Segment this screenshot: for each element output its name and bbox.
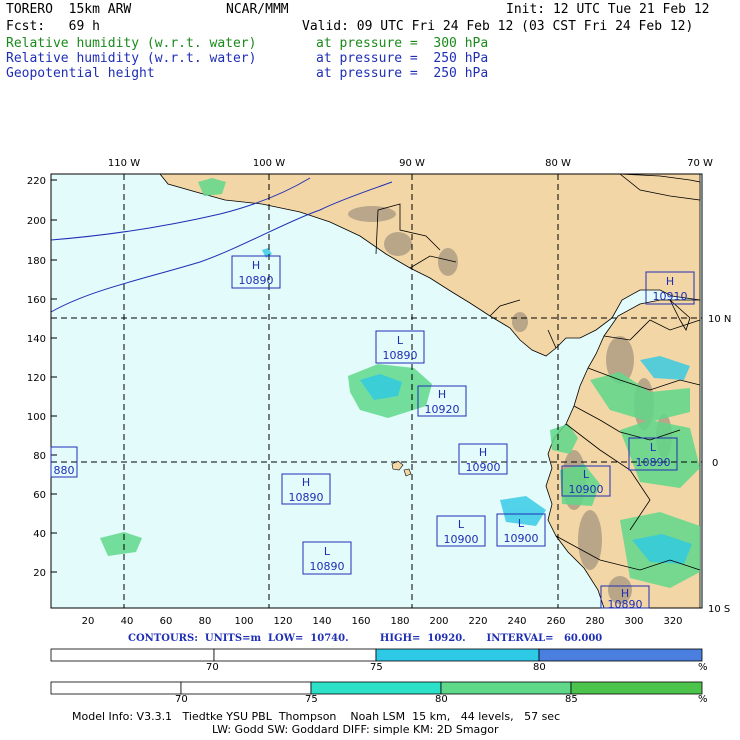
x-tick-200: 200 xyxy=(429,616,448,627)
x-tick-60: 60 xyxy=(160,616,173,627)
center-12-value: 10890 xyxy=(608,598,643,611)
bar2-label-pct: % xyxy=(698,694,708,705)
center-8-value: 10900 xyxy=(569,483,604,496)
center-7-type: H xyxy=(302,476,310,489)
center-3-value: 10890 xyxy=(383,349,418,362)
center-9-type: L xyxy=(458,518,465,531)
center-10-value: 10900 xyxy=(504,532,539,545)
center-4-type: H xyxy=(438,388,446,401)
lat-label-0: 0 xyxy=(712,458,718,469)
model-info-line2: LW: Godd SW: Goddard DIFF: simple KM: 2D… xyxy=(212,723,499,736)
right-lat-labels: 10 N 0 10 S xyxy=(708,314,731,615)
center-2-type: H xyxy=(666,275,674,288)
center-11-type: L xyxy=(324,545,331,558)
center-13-value: 880 xyxy=(54,464,75,477)
center-7-value: 10890 xyxy=(289,491,324,504)
bar2-label-70: 70 xyxy=(175,694,188,705)
x-tick-260: 260 xyxy=(546,616,565,627)
x-tick-280: 280 xyxy=(585,616,604,627)
y-tick-60: 60 xyxy=(33,490,46,501)
bar1-label-80: 80 xyxy=(533,662,546,673)
bar2-label-80: 80 xyxy=(435,694,448,705)
y-tick-160: 160 xyxy=(27,295,46,306)
center-9-value: 10900 xyxy=(444,533,479,546)
lat-label-10s: 10 S xyxy=(708,604,730,615)
x-tick-100: 100 xyxy=(234,616,253,627)
y-tick-180: 180 xyxy=(27,256,46,267)
lat-label-10n: 10 N xyxy=(708,314,731,325)
x-tick-320: 320 xyxy=(663,616,682,627)
lon-label-90w: 90 W xyxy=(399,158,425,169)
x-tick-120: 120 xyxy=(273,616,292,627)
center-3-type: L xyxy=(397,334,404,347)
weather-map: 220 200 180 160 140 120 100 80 60 40 20 … xyxy=(27,158,731,627)
bottom-axis: 20 40 60 80 100 120 140 160 180 200 220 … xyxy=(82,616,683,627)
x-tick-220: 220 xyxy=(468,616,487,627)
bar1-label-pct: % xyxy=(698,662,708,673)
bar2-label-85: 85 xyxy=(565,694,578,705)
lon-label-80w: 80 W xyxy=(545,158,571,169)
bar1-label-75: 75 xyxy=(370,662,383,673)
center-2-value: 10910 xyxy=(653,290,688,303)
lon-label-70w: 70 W xyxy=(687,158,713,169)
center-10-type: L xyxy=(518,517,525,530)
x-tick-160: 160 xyxy=(351,616,370,627)
x-tick-240: 240 xyxy=(507,616,526,627)
colorbar-300hpa xyxy=(50,681,703,695)
y-tick-20: 20 xyxy=(33,568,46,579)
x-tick-180: 180 xyxy=(390,616,409,627)
center-5-type: H xyxy=(479,446,487,459)
y-tick-80: 80 xyxy=(33,451,46,462)
model-info-line1: Model Info: V3.3.1 Tiedtke YSU PBL Thomp… xyxy=(72,710,561,723)
center-6-value: 10890 xyxy=(636,456,671,469)
x-tick-140: 140 xyxy=(312,616,331,627)
bar2-label-75: 75 xyxy=(305,694,318,705)
y-tick-40: 40 xyxy=(33,529,46,540)
top-lon-labels: 110 W 100 W 90 W 80 W 70 W xyxy=(108,158,713,169)
y-tick-200: 200 xyxy=(27,216,46,227)
y-tick-140: 140 xyxy=(27,334,46,345)
contour-info: CONTOURS: UNITS=m LOW= 10740. HIGH= 1092… xyxy=(128,633,603,644)
y-tick-100: 100 xyxy=(27,412,46,423)
lon-label-110w: 110 W xyxy=(108,158,140,169)
x-tick-300: 300 xyxy=(624,616,643,627)
center-6-type: L xyxy=(650,441,657,454)
center-8-type: L xyxy=(583,468,590,481)
center-4-value: 10920 xyxy=(425,403,460,416)
lon-label-100w: 100 W xyxy=(253,158,285,169)
y-tick-120: 120 xyxy=(27,373,46,384)
x-tick-40: 40 xyxy=(121,616,134,627)
center-1-value: 10890 xyxy=(239,274,274,287)
center-5-value: 10900 xyxy=(466,461,501,474)
x-tick-20: 20 xyxy=(82,616,95,627)
y-tick-220: 220 xyxy=(27,176,46,187)
center-1-type: H xyxy=(252,259,260,272)
center-11-value: 10890 xyxy=(310,560,345,573)
x-tick-80: 80 xyxy=(199,616,212,627)
bar1-label-70: 70 xyxy=(206,662,219,673)
